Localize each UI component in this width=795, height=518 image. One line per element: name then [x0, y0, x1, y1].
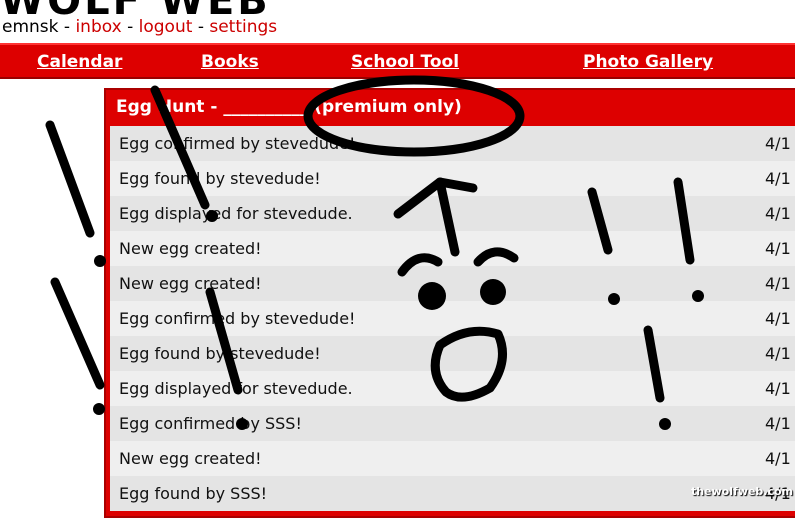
list-item: New egg created! 4/1: [110, 441, 795, 476]
list-item: Egg found by stevedude! 4/1: [110, 336, 795, 371]
panel-title: Egg Hunt - __________ (premium only): [106, 90, 795, 124]
row-date: 4/1: [765, 414, 791, 433]
row-text: Egg confirmed by stevedude!: [119, 134, 356, 153]
list-item: Egg confirmed by SSS! 4/1: [110, 406, 795, 441]
row-date: 4/1: [765, 169, 791, 188]
logout-link[interactable]: logout: [139, 17, 193, 37]
main-nav: Calendar Books School Tool Photo Gallery: [0, 43, 795, 79]
nav-school-tool[interactable]: School Tool: [351, 52, 459, 72]
row-text: New egg created!: [119, 274, 262, 293]
row-text: Egg confirmed by stevedude!: [119, 309, 356, 328]
row-text: Egg found by stevedude!: [119, 344, 321, 363]
nav-calendar[interactable]: Calendar: [37, 52, 122, 72]
row-date: 4/1: [765, 204, 791, 223]
row-date: 4/1: [765, 309, 791, 328]
row-text: Egg confirmed by SSS!: [119, 414, 302, 433]
nav-photo-gallery[interactable]: Photo Gallery: [583, 52, 713, 72]
list-item: Egg confirmed by stevedude! 4/1: [110, 301, 795, 336]
row-text: Egg found by SSS!: [119, 484, 268, 503]
row-text: Egg displayed for stevedude.: [119, 379, 353, 398]
row-date: 4/1: [765, 449, 791, 468]
row-text: Egg found by stevedude!: [119, 169, 321, 188]
nav-books[interactable]: Books: [201, 52, 259, 72]
username: emnsk: [2, 17, 59, 37]
inbox-link[interactable]: inbox: [75, 17, 121, 37]
row-text: Egg displayed for stevedude.: [119, 204, 353, 223]
row-text: New egg created!: [119, 449, 262, 468]
list-item: Egg displayed for stevedude. 4/1: [110, 371, 795, 406]
egg-log-list: Egg confirmed by stevedude! 4/1 Egg found…: [110, 126, 795, 511]
row-date: 4/1: [765, 379, 791, 398]
list-item: New egg created! 4/1: [110, 266, 795, 301]
row-text: New egg created!: [119, 239, 262, 258]
row-date: 4/1: [765, 134, 791, 153]
row-date: 4/1: [765, 274, 791, 293]
list-item: Egg displayed for stevedude. 4/1: [110, 196, 795, 231]
settings-link[interactable]: settings: [209, 17, 277, 37]
watermark: thewolfweb.com: [690, 485, 793, 498]
row-date: 4/1: [765, 344, 791, 363]
list-item: Egg confirmed by stevedude! 4/1: [110, 126, 795, 161]
row-date: 4/1: [765, 239, 791, 258]
list-item: Egg found by stevedude! 4/1: [110, 161, 795, 196]
list-item: New egg created! 4/1: [110, 231, 795, 266]
egg-hunt-panel: Egg Hunt - __________ (premium only) Egg…: [104, 88, 795, 518]
user-bar: emnsk - inbox - logout - settings: [2, 17, 278, 37]
